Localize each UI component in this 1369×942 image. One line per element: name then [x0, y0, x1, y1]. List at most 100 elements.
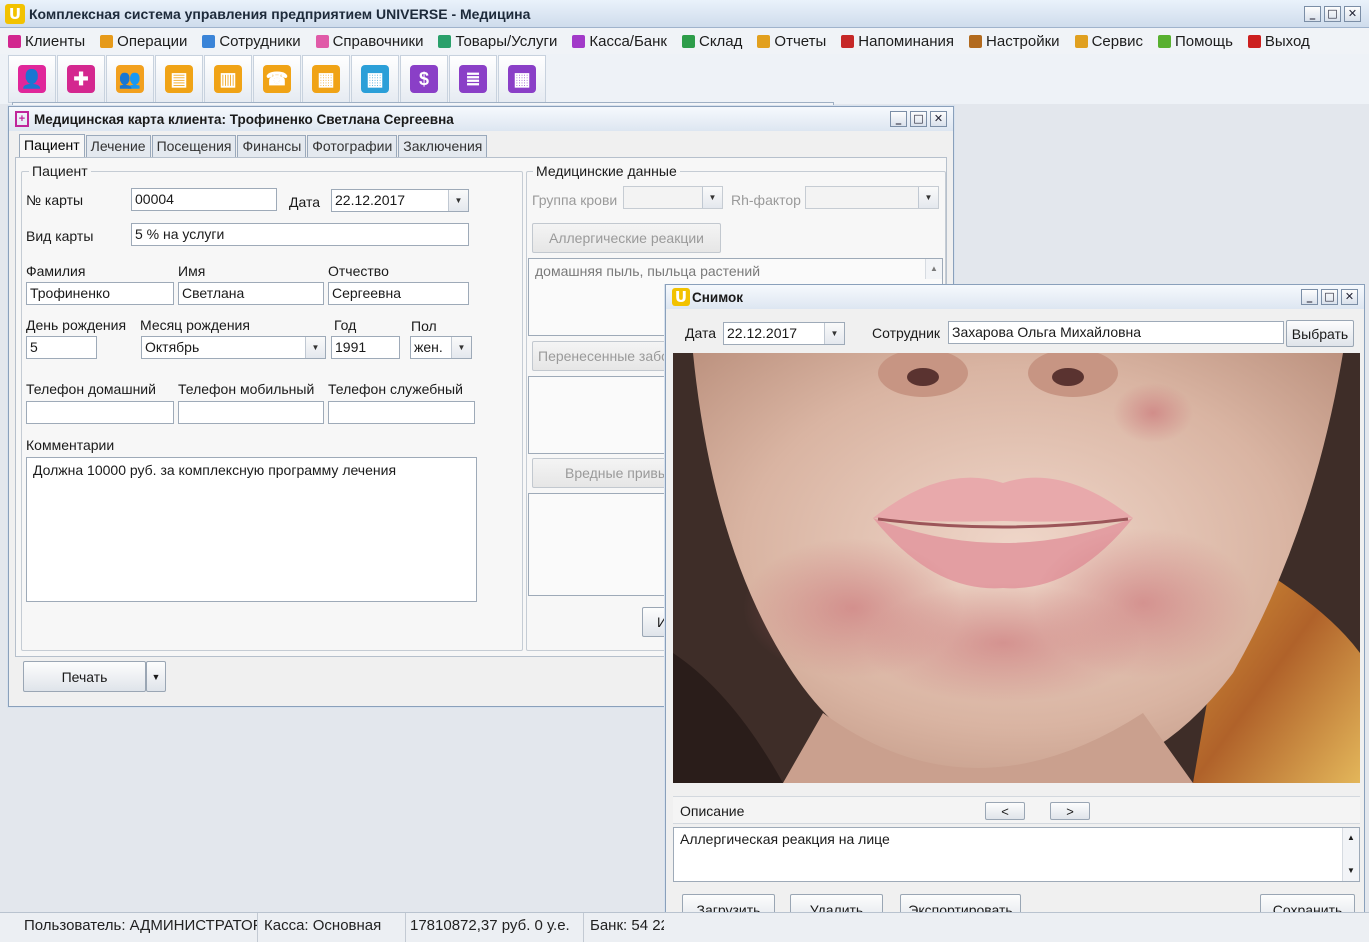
- toolbar-button-8[interactable]: $: [400, 55, 448, 103]
- menu-item-6[interactable]: Склад: [681, 33, 742, 50]
- print-button[interactable]: Печать: [23, 661, 146, 692]
- tab-patient[interactable]: Пациент: [19, 134, 85, 157]
- patient-group-label: Пациент: [29, 163, 91, 179]
- snapshot-date-picker[interactable]: 22.12.2017 ▼: [723, 322, 845, 345]
- birth-day-field[interactable]: 5: [26, 336, 97, 359]
- card-number-field[interactable]: 00004: [131, 188, 277, 211]
- previous-photo-button[interactable]: <: [985, 802, 1025, 820]
- scroll-down-icon[interactable]: ▼: [1343, 861, 1359, 881]
- blood-group-select: ▼: [623, 186, 723, 209]
- menu-item-5[interactable]: Касса/Банк: [572, 33, 667, 50]
- name-field[interactable]: Светлана: [178, 282, 324, 305]
- menu-item-label: Сотрудники: [219, 32, 301, 50]
- tab-visits[interactable]: Посещения: [151, 135, 237, 157]
- next-photo-button[interactable]: >: [1050, 802, 1090, 820]
- tab-finance[interactable]: Финансы: [237, 135, 307, 157]
- menu-item-7[interactable]: Отчеты: [757, 33, 826, 50]
- main-menu-bar: Клиенты Операции Сотрудники Справочники Това…: [0, 28, 1369, 54]
- menu-item-label: Справочники: [332, 32, 424, 50]
- menu-item-0[interactable]: Клиенты: [8, 33, 85, 50]
- snapshot-maximize-button[interactable]: □: [1321, 289, 1338, 305]
- card-date-picker[interactable]: 22.12.2017 ▼: [331, 189, 469, 212]
- cash-bank-icon: [572, 34, 586, 48]
- menu-item-12[interactable]: Выход: [1247, 33, 1310, 50]
- main-minimize-button[interactable]: _: [1304, 6, 1321, 22]
- month-calendar-icon: ▦: [508, 65, 536, 93]
- menu-item-4[interactable]: Товары/Услуги: [438, 33, 557, 50]
- toolbar-button-2[interactable]: 👥: [106, 55, 154, 103]
- menu-item-9[interactable]: Настройки: [969, 33, 1060, 50]
- toolbar-button-7[interactable]: ▦: [351, 55, 399, 103]
- menu-item-10[interactable]: Сервис: [1074, 32, 1143, 50]
- menu-item-label: Касса/Банк: [589, 32, 667, 50]
- comments-label: Комментарии: [26, 437, 115, 453]
- phone-icon: ☎: [263, 65, 291, 93]
- service-icon: [1074, 34, 1088, 48]
- chevron-down-icon[interactable]: ▼: [305, 337, 325, 358]
- snapshot-window-controls: _ □ ✕: [1301, 289, 1358, 305]
- work-phone-label: Телефон служебный: [328, 381, 463, 397]
- snapshot-title: Снимок: [692, 289, 744, 305]
- reports-icon: [757, 34, 771, 48]
- menu-item-8[interactable]: Напоминания: [841, 33, 954, 50]
- description-scrollbar[interactable]: ▲ ▼: [1342, 828, 1359, 881]
- allergy-button: Аллергические реакции: [532, 223, 721, 253]
- scroll-up-icon[interactable]: ▲: [925, 259, 942, 279]
- schedule-grid-icon: ▦: [361, 65, 389, 93]
- status-cash: Касса: Основная: [258, 913, 406, 942]
- toolbar-button-5[interactable]: ☎: [253, 55, 301, 103]
- menu-item-2[interactable]: Сотрудники: [202, 32, 301, 50]
- menu-item-label: Сервис: [1091, 32, 1143, 50]
- toolbar-button-6[interactable]: ▦: [302, 55, 350, 103]
- menu-item-label: Операции: [117, 32, 188, 50]
- comments-textarea[interactable]: Должна 10000 руб. за комплексную програм…: [26, 457, 477, 602]
- sex-select[interactable]: жен. ▼: [410, 336, 472, 359]
- rh-factor-select: ▼: [805, 186, 939, 209]
- card-type-field[interactable]: 5 % на услуги: [131, 223, 469, 246]
- toolbar-button-10[interactable]: ▦: [498, 55, 546, 103]
- toolbar-button-0[interactable]: 👤: [8, 55, 56, 103]
- birth-year-field[interactable]: 1991: [331, 336, 400, 359]
- card-close-button[interactable]: ✕: [930, 111, 947, 127]
- menu-item-11[interactable]: Помощь: [1157, 33, 1233, 50]
- snapshot-minimize-button[interactable]: _: [1301, 289, 1318, 305]
- face-photo-illustration: [673, 353, 1360, 783]
- medical-card-icon: +: [15, 111, 29, 127]
- status-bar: Пользователь: АДМИНИСТРАТОР Касса: Основ…: [0, 912, 1369, 942]
- chevron-down-icon[interactable]: ▼: [824, 323, 844, 344]
- scroll-up-icon[interactable]: ▲: [1343, 828, 1359, 848]
- universe-logo-icon: U: [5, 3, 25, 24]
- card-maximize-button[interactable]: □: [910, 111, 927, 127]
- birth-month-select[interactable]: Октябрь ▼: [141, 336, 326, 359]
- main-maximize-button[interactable]: □: [1324, 6, 1341, 22]
- work-phone-field[interactable]: [328, 401, 475, 424]
- tab-treatment[interactable]: Лечение: [85, 135, 151, 157]
- print-dropdown-chevron-icon[interactable]: ▼: [146, 661, 166, 692]
- chevron-down-icon: ▼: [918, 187, 938, 208]
- main-close-button[interactable]: ✕: [1344, 6, 1361, 22]
- description-textarea[interactable]: Аллергическая реакция на лице ▲ ▼: [673, 827, 1360, 882]
- reference-books-icon: [315, 34, 329, 48]
- chevron-down-icon[interactable]: ▼: [451, 337, 471, 358]
- tab-conclusions[interactable]: Заключения: [398, 135, 488, 157]
- employee-field[interactable]: Захарова Ольга Михайловна: [948, 321, 1284, 344]
- menu-item-1[interactable]: Операции: [100, 33, 187, 50]
- snapshot-close-button[interactable]: ✕: [1341, 289, 1358, 305]
- exit-icon: [1247, 34, 1261, 48]
- mobile-phone-field[interactable]: [178, 401, 324, 424]
- card-tabs: Пациент Лечение Посещения Финансы Фотогр…: [19, 134, 488, 157]
- patronymic-field[interactable]: Сергеевна: [328, 282, 469, 305]
- toolbar-button-4[interactable]: ▥: [204, 55, 252, 103]
- home-phone-field[interactable]: [26, 401, 174, 424]
- surname-field[interactable]: Трофиненко: [26, 282, 174, 305]
- toolbar-button-1[interactable]: ✚: [57, 55, 105, 103]
- tab-photos[interactable]: Фотографии: [307, 135, 398, 157]
- toolbar-button-3[interactable]: ▤: [155, 55, 203, 103]
- toolbar-button-9[interactable]: ≣: [449, 55, 497, 103]
- card-minimize-button[interactable]: _: [890, 111, 907, 127]
- choose-employee-button[interactable]: Выбрать: [1286, 320, 1354, 347]
- chevron-down-icon[interactable]: ▼: [448, 190, 468, 211]
- coins-stack-icon: ≣: [459, 65, 487, 93]
- menu-item-3[interactable]: Справочники: [315, 32, 424, 50]
- employees-group-icon: 👥: [116, 65, 144, 93]
